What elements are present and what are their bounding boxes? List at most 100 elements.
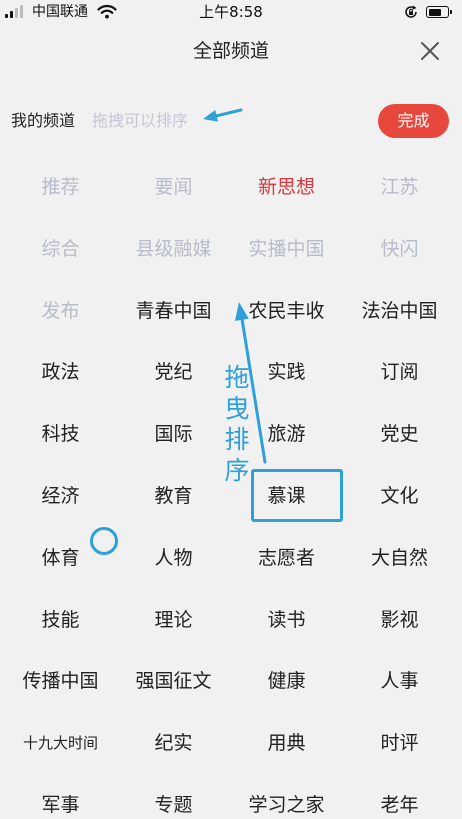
carrier-name: 中国联通 [32, 4, 88, 20]
channel-item[interactable]: 慕课 [230, 465, 343, 527]
channel-item[interactable]: 县级融媒 [117, 218, 230, 280]
channel-label: 青春中国 [135, 299, 212, 322]
channel-item[interactable]: 传播中国 [4, 650, 117, 712]
channel-item[interactable]: 经济 [4, 465, 117, 527]
channel-item[interactable]: 实践 [230, 341, 343, 403]
channel-label: 人事 [380, 670, 419, 693]
channel-label: 教育 [154, 484, 193, 507]
channel-item[interactable]: 强国征文 [117, 650, 230, 712]
channel-item[interactable]: 江苏 [343, 156, 456, 218]
channel-label: 纪实 [154, 732, 193, 755]
channel-label: 新思想 [257, 176, 315, 198]
channel-label: 要闻 [154, 176, 193, 198]
my-channels-label: 我的频道 [11, 111, 76, 130]
channel-label: 人物 [154, 546, 193, 569]
channel-item[interactable]: 青春中国 [117, 280, 230, 342]
channel-label: 科技 [41, 423, 80, 446]
channel-item[interactable]: 实播中国 [230, 218, 343, 280]
channel-label: 时评 [380, 732, 419, 755]
channel-item[interactable]: 老年 [343, 774, 456, 819]
channel-label: 订阅 [380, 361, 419, 384]
channel-item[interactable]: 新思想 [230, 156, 343, 218]
channel-item[interactable]: 推荐 [4, 156, 117, 218]
channel-label: 江苏 [380, 176, 419, 198]
channel-item[interactable]: 影视 [343, 589, 456, 651]
channel-item[interactable]: 专题 [117, 774, 230, 819]
channel-label: 技能 [41, 608, 80, 631]
channel-item[interactable]: 志愿者 [230, 527, 343, 589]
channel-grid: 推荐 要闻 新思想 江苏综合 县级融媒 实播中国 快闪发布 青春中国 农民丰收 法治中国政法 党纪 实… [4, 156, 456, 819]
channel-item[interactable]: 军事 [4, 774, 117, 819]
channel-item[interactable]: 时评 [343, 712, 456, 774]
hint-arrow [203, 108, 243, 122]
channel-label: 影视 [380, 608, 419, 631]
page-title: 全部频道 [192, 40, 269, 62]
channel-item[interactable]: 国际 [117, 403, 230, 465]
channel-item[interactable]: 农民丰收 [230, 280, 343, 342]
status-bar: 中国联通 上午8:58 [0, 0, 462, 25]
channel-label: 理论 [154, 608, 193, 631]
signal-icon [5, 5, 23, 18]
channel-label: 专题 [154, 793, 193, 816]
channel-label: 志愿者 [257, 546, 315, 569]
channel-item[interactable]: 十九大时间 [4, 712, 117, 774]
channel-item[interactable]: 体育 [4, 527, 117, 589]
channel-item[interactable]: 理论 [117, 589, 230, 651]
channel-label: 发布 [41, 299, 80, 322]
channel-item[interactable]: 综合 [4, 218, 117, 280]
channel-label: 读书 [267, 608, 306, 631]
channel-label: 十九大时间 [22, 734, 98, 753]
channel-label: 学习之家 [248, 793, 325, 816]
channel-label: 文化 [380, 484, 419, 507]
channel-item[interactable]: 学习之家 [230, 774, 343, 819]
channel-label: 推荐 [41, 176, 80, 198]
channel-label: 大自然 [370, 546, 428, 569]
channel-label: 农民丰收 [248, 299, 325, 322]
channel-item[interactable]: 纪实 [117, 712, 230, 774]
channel-item[interactable]: 快闪 [343, 218, 456, 280]
battery-tip [450, 10, 452, 14]
channel-item[interactable]: 人事 [343, 650, 456, 712]
channel-item[interactable]: 政法 [4, 341, 117, 403]
channel-item[interactable]: 法治中国 [343, 280, 456, 342]
channel-item[interactable]: 文化 [343, 465, 456, 527]
channel-label: 慕课 [267, 484, 306, 507]
channel-item[interactable]: 旅游 [230, 403, 343, 465]
channel-label: 传播中国 [22, 670, 99, 693]
channel-item[interactable]: 科技 [4, 403, 117, 465]
channel-item[interactable]: 党史 [343, 403, 456, 465]
close-icon[interactable] [418, 39, 442, 63]
wifi-icon [97, 4, 117, 19]
channel-label: 综合 [41, 237, 80, 260]
channel-item[interactable]: 健康 [230, 650, 343, 712]
channel-item[interactable]: 要闻 [117, 156, 230, 218]
channel-label: 实践 [267, 361, 306, 384]
drag-hint: 拖拽可以排序 [92, 111, 189, 130]
channel-label: 老年 [380, 793, 419, 816]
channel-item[interactable]: 人物 [117, 527, 230, 589]
channel-label: 快闪 [380, 237, 419, 260]
channel-label: 体育 [41, 546, 80, 569]
channel-label: 法治中国 [361, 299, 438, 322]
clock: 上午8:58 [199, 3, 263, 21]
channel-item[interactable]: 读书 [230, 589, 343, 651]
channel-label: 健康 [267, 670, 306, 693]
channel-item[interactable]: 发布 [4, 280, 117, 342]
channel-label: 用典 [267, 732, 306, 755]
channel-label: 县级融媒 [135, 237, 212, 260]
channel-label: 党史 [380, 423, 419, 446]
channel-item[interactable]: 党纪 [117, 341, 230, 403]
channel-item[interactable]: 技能 [4, 589, 117, 651]
battery-icon [426, 6, 449, 18]
channel-item[interactable]: 用典 [230, 712, 343, 774]
channel-label: 党纪 [154, 361, 193, 384]
channel-item[interactable]: 教育 [117, 465, 230, 527]
channel-label: 经济 [41, 484, 80, 507]
channel-label: 实播中国 [248, 237, 325, 260]
channel-label: 国际 [154, 423, 193, 446]
channel-item[interactable]: 大自然 [343, 527, 456, 589]
channel-label: 政法 [41, 361, 80, 384]
done-button[interactable]: 完成 [378, 104, 449, 138]
channel-item[interactable]: 订阅 [343, 341, 456, 403]
rotation-lock-icon [405, 5, 417, 18]
